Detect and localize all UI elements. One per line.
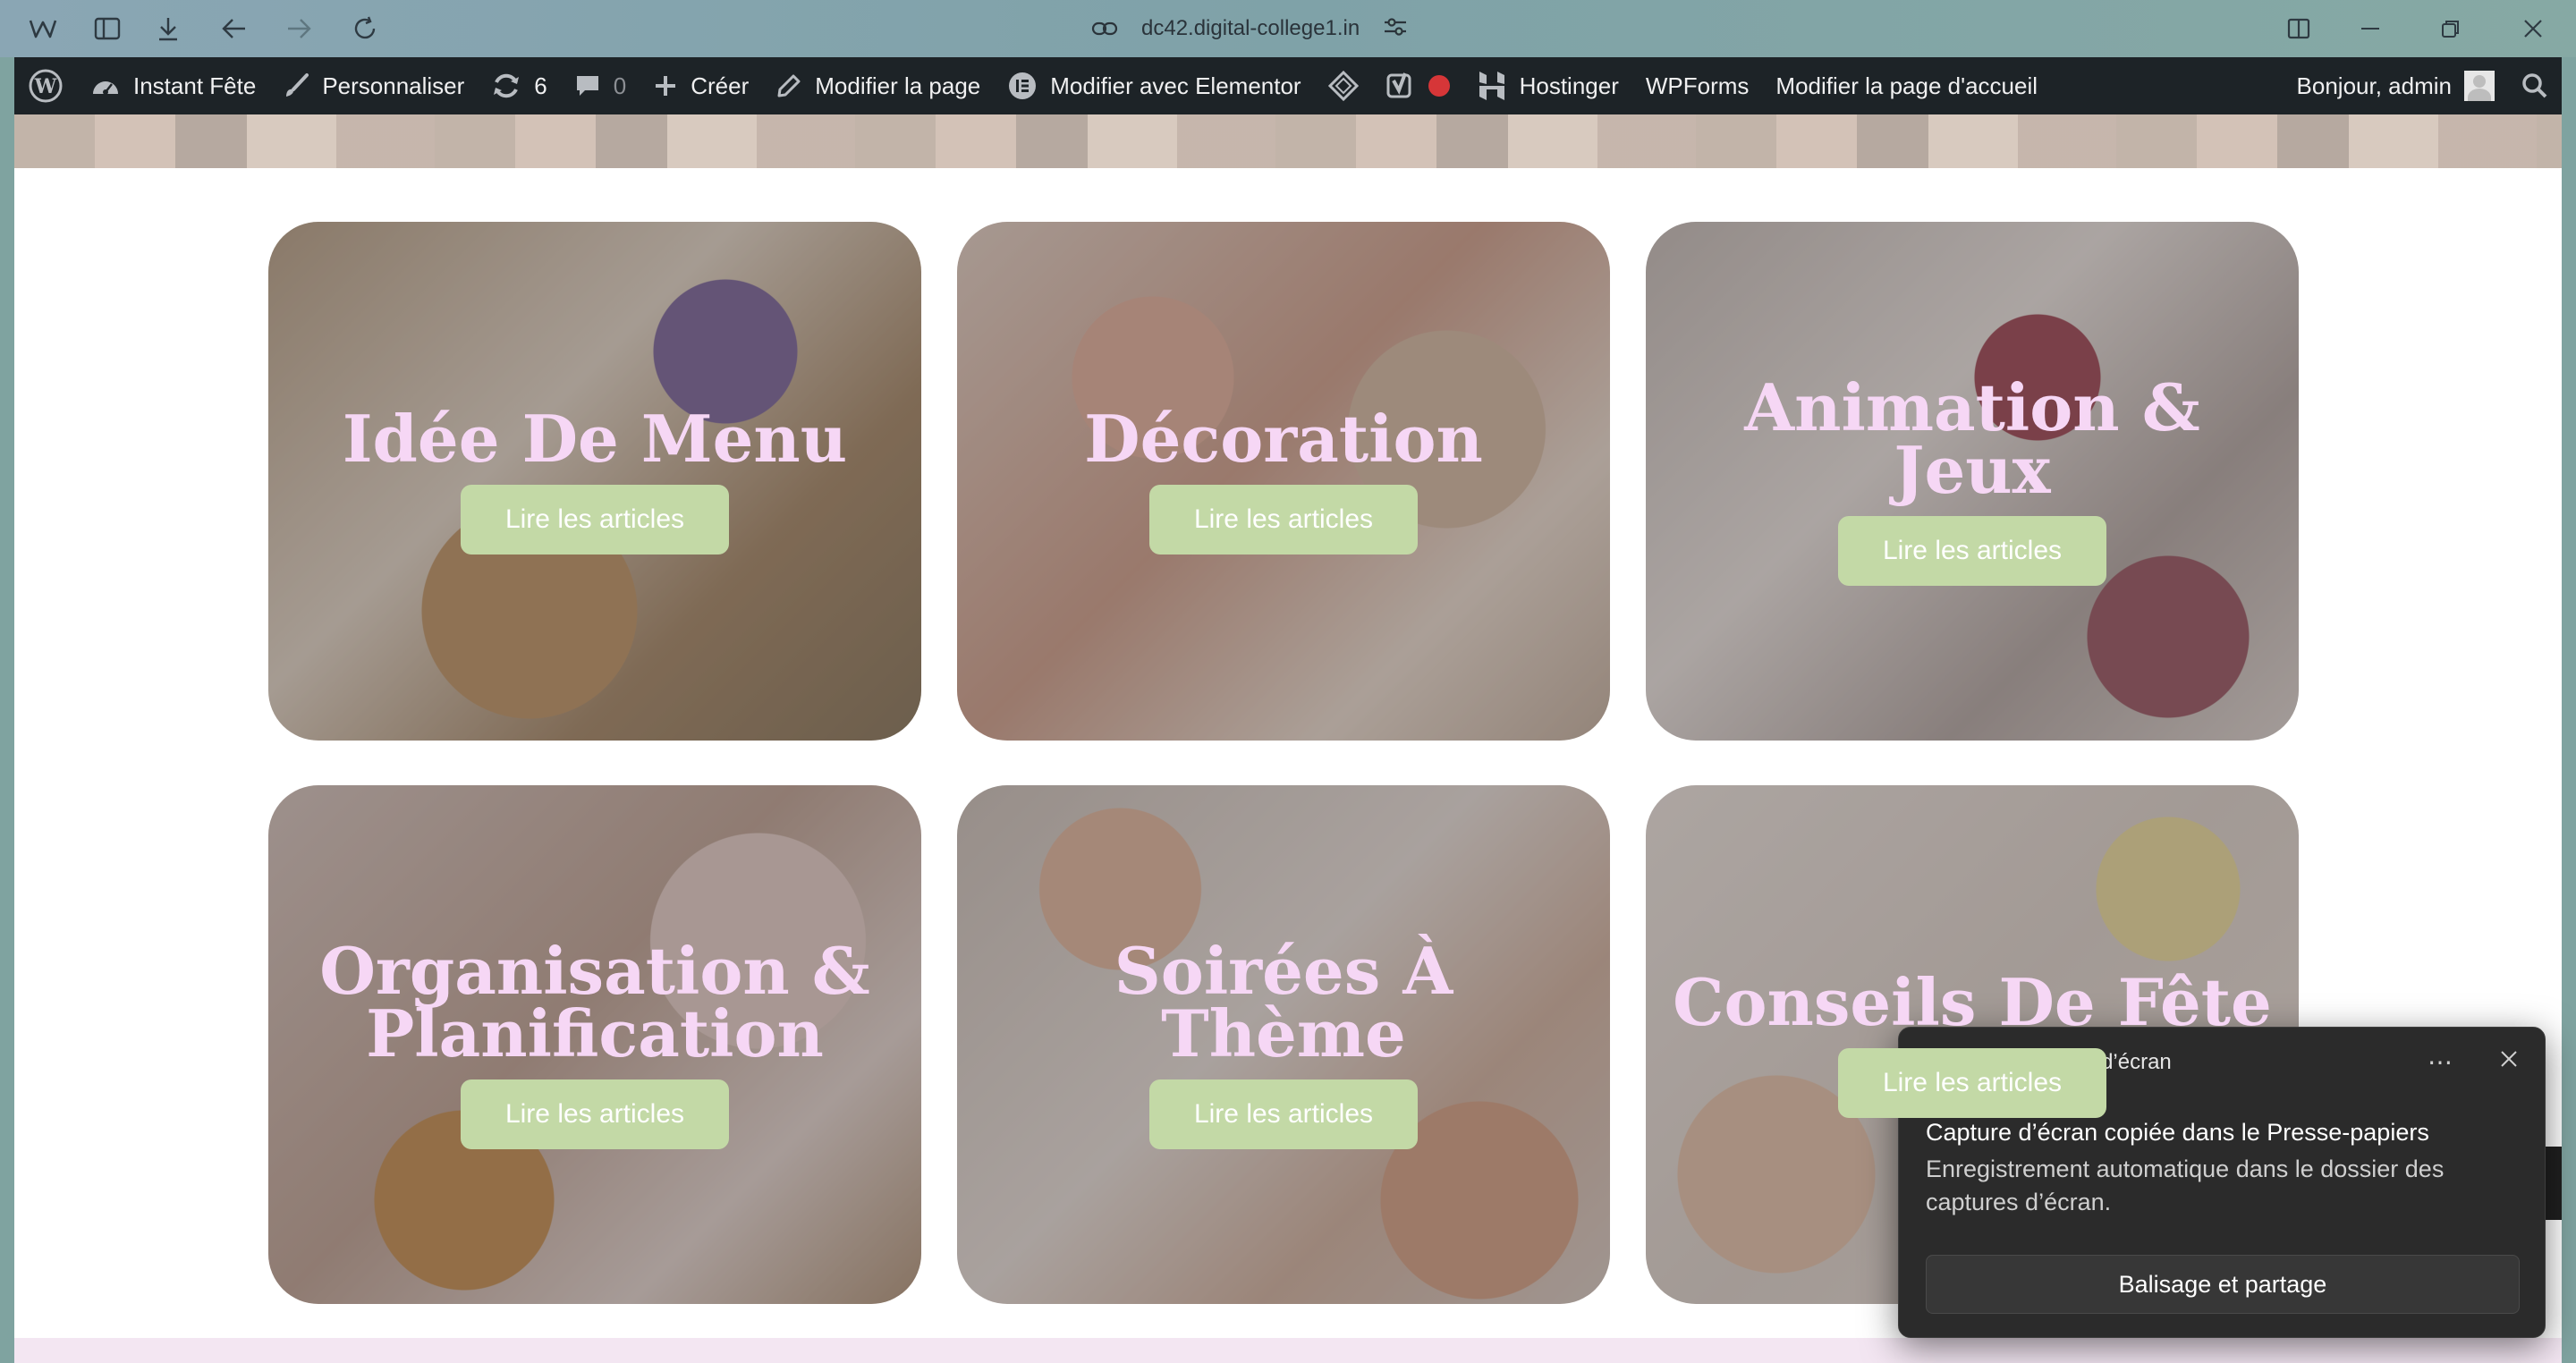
wpforms-menu[interactable]: WPForms	[1632, 57, 1763, 114]
edit-home-label: Modifier la page d'accueil	[1775, 72, 2038, 99]
more-options-icon[interactable]: ⋯	[2418, 1047, 2462, 1077]
hostinger-menu[interactable]: Hostinger	[1463, 57, 1632, 114]
comment-icon	[574, 72, 601, 99]
forward-icon[interactable]	[281, 11, 317, 47]
markup-share-button[interactable]: Balisage et partage	[1926, 1255, 2520, 1314]
category-card-decoration[interactable]: Décoration Lire les articles	[957, 222, 1610, 741]
avatar	[2464, 71, 2495, 101]
hostinger-label: Hostinger	[1519, 72, 1619, 99]
updates-link[interactable]: 6	[478, 57, 560, 114]
notification-body: Enregistrement automatique dans le dossi…	[1926, 1156, 2445, 1215]
read-articles-button[interactable]: Lire les articles	[1838, 1048, 2106, 1118]
card-title: Soirées À Thème	[1114, 933, 1453, 1071]
edit-home-link[interactable]: Modifier la page d'accueil	[1762, 57, 2051, 114]
split-view-icon[interactable]	[2281, 11, 2317, 47]
scroll-to-top-button[interactable]	[2546, 1147, 2562, 1220]
new-content-menu[interactable]: Créer	[640, 57, 762, 114]
elementor-icon	[1007, 71, 1038, 101]
card-title: Animation & Jeux	[1744, 369, 2200, 508]
read-articles-button[interactable]: Lire les articles	[461, 1079, 729, 1149]
read-articles-button[interactable]: Lire les articles	[1838, 516, 2106, 586]
comments-count: 0	[613, 72, 627, 99]
account-menu[interactable]: Bonjour, admin	[2284, 57, 2508, 114]
notification-title: Capture d’écran copiée dans le Presse-pa…	[1926, 1119, 2429, 1146]
minimize-icon[interactable]	[2352, 11, 2388, 47]
admin-search[interactable]	[2508, 57, 2562, 114]
plus-icon	[653, 73, 678, 98]
card-title: Idée De Menu	[342, 401, 848, 477]
edit-page-label: Modifier la page	[815, 72, 981, 99]
read-articles-button[interactable]: Lire les articles	[1149, 1079, 1418, 1149]
yoast-icon	[1385, 71, 1416, 101]
browser-logo-icon[interactable]	[25, 11, 61, 47]
wp-admin-bar: W Instant Fête Personnaliser 6 0 Créer M…	[14, 57, 2562, 114]
edit-elementor-label: Modifier avec Elementor	[1050, 72, 1301, 99]
edit-elementor-link[interactable]: Modifier avec Elementor	[994, 57, 1314, 114]
customize-label: Personnaliser	[322, 72, 465, 99]
customize-link[interactable]: Personnaliser	[269, 57, 478, 114]
restore-icon[interactable]	[2433, 11, 2469, 47]
link-icon	[1091, 15, 1123, 43]
updates-icon	[491, 72, 521, 99]
seo-status-dot	[1428, 75, 1450, 97]
dashboard-icon	[90, 72, 121, 99]
site-name-menu[interactable]: Instant Fête	[77, 57, 269, 114]
close-window-icon[interactable]	[2515, 11, 2551, 47]
greeting: Bonjour, admin	[2296, 72, 2452, 99]
svg-text:W: W	[34, 75, 57, 98]
read-articles-button[interactable]: Lire les articles	[461, 485, 729, 555]
footer-edge	[14, 1338, 2562, 1363]
back-icon[interactable]	[216, 11, 252, 47]
browser-toolbar: dc42.digital-college1.in	[0, 0, 2576, 57]
sidebar-toggle-icon[interactable]	[89, 11, 125, 47]
category-card-animation[interactable]: Animation & Jeux Lire les articles	[1646, 222, 2299, 741]
hero-banner-edge	[14, 114, 2562, 168]
card-title: Conseils De Fête	[1673, 964, 2272, 1040]
hostinger-icon	[1477, 70, 1507, 102]
url-text[interactable]: dc42.digital-college1.in	[1141, 16, 1360, 41]
pencil-icon	[775, 72, 802, 99]
wpforms-label: WPForms	[1645, 72, 1750, 99]
address-bar[interactable]: dc42.digital-college1.in	[1091, 9, 1408, 48]
search-icon	[2521, 72, 2548, 99]
site-name: Instant Fête	[133, 72, 257, 99]
wordpress-icon: W	[29, 69, 63, 103]
diamond-plugin-link[interactable]	[1315, 57, 1372, 114]
edit-page-link[interactable]: Modifier la page	[762, 57, 994, 114]
category-card-themed-parties[interactable]: Soirées À Thème Lire les articles	[957, 785, 1610, 1304]
reload-icon[interactable]	[347, 11, 383, 47]
wp-logo-menu[interactable]: W	[14, 57, 77, 114]
new-label: Créer	[691, 72, 750, 99]
updates-count: 6	[534, 72, 547, 99]
category-card-organisation[interactable]: Organisation & Planification Lire les ar…	[268, 785, 921, 1304]
comments-link[interactable]: 0	[561, 57, 640, 114]
diamond-icon	[1327, 71, 1359, 101]
read-articles-button[interactable]: Lire les articles	[1149, 485, 1418, 555]
category-card-menu[interactable]: Idée De Menu Lire les articles	[268, 222, 921, 741]
card-title: Décoration	[1084, 401, 1483, 477]
close-icon[interactable]	[2489, 1046, 2529, 1076]
download-icon[interactable]	[150, 11, 186, 47]
card-title: Organisation & Planification	[319, 933, 870, 1071]
seo-menu[interactable]	[1372, 57, 1463, 114]
site-settings-icon[interactable]	[1383, 15, 1408, 43]
brush-icon	[283, 72, 309, 99]
